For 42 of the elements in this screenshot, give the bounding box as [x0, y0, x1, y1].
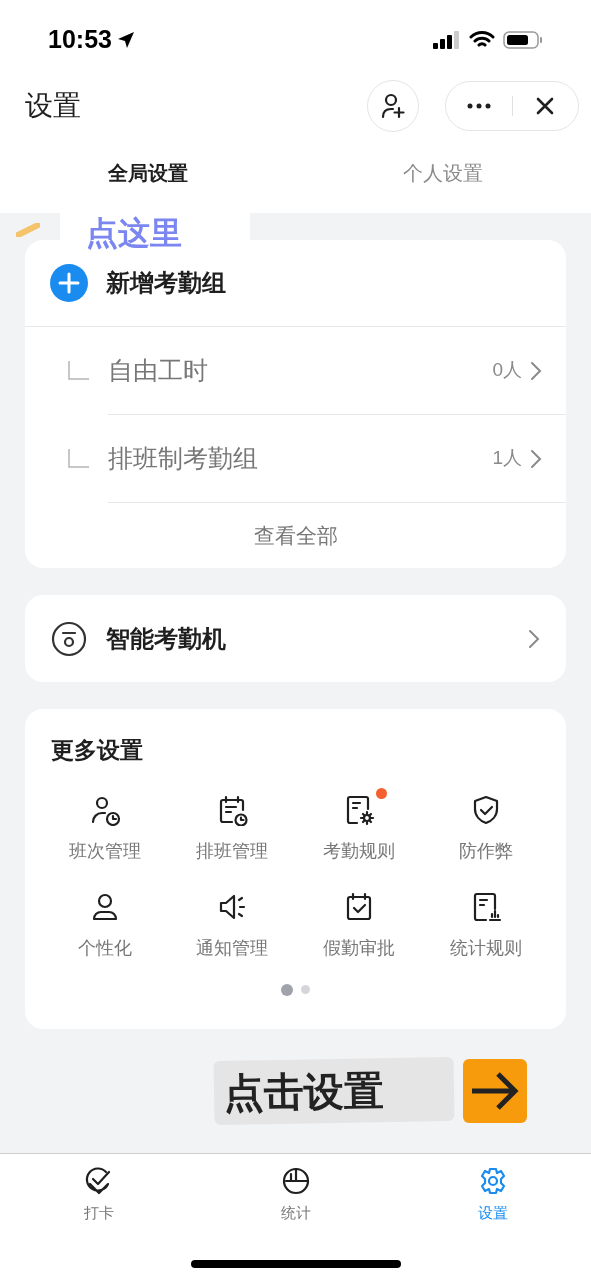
tab-bar-item[interactable]: 打卡	[0, 1166, 197, 1225]
settings-shortcut[interactable]: 个性化	[41, 880, 169, 962]
settings-shortcut[interactable]: 假勤审批	[295, 880, 423, 962]
device-label: 智能考勤机	[106, 623, 227, 654]
hint-label: 点这里	[86, 217, 182, 249]
section-title: 更多设置	[50, 736, 144, 765]
tab-bar-item[interactable]: 设置	[394, 1166, 591, 1225]
tab[interactable]: 全局设置	[0, 147, 296, 198]
tab-bar-item[interactable]: 统计	[197, 1166, 394, 1225]
device-icon	[50, 619, 88, 658]
settings-shortcut[interactable]: 通知管理	[168, 880, 296, 962]
view-all-link[interactable]: 查看全部	[253, 519, 338, 552]
close-icon	[535, 96, 556, 116]
add-person-button[interactable]	[367, 80, 419, 132]
add-group-label[interactable]: 新增考勤组	[106, 265, 226, 301]
tree-branch-icon	[67, 361, 89, 381]
add-person-icon	[379, 92, 407, 120]
member-count: 1人	[492, 446, 522, 471]
page-title: 设置	[25, 89, 81, 123]
more-icon	[466, 103, 491, 109]
add-icon	[50, 264, 88, 302]
settings-shortcut[interactable]: 防作弊	[422, 783, 550, 865]
settings-shortcut[interactable]: 排班管理	[168, 783, 296, 865]
tree-branch-icon	[67, 449, 89, 469]
settings-shortcut[interactable]: 统计规则	[422, 880, 550, 962]
pie-chart-icon	[280, 1166, 311, 1196]
device-card[interactable]: 智能考勤机	[25, 595, 566, 682]
chevron-right-icon	[530, 448, 542, 469]
chevron-right-icon	[528, 628, 540, 649]
group-name[interactable]: 排班制考勤组	[108, 439, 493, 478]
group-name[interactable]: 自由工时	[108, 351, 493, 390]
pencil-mark-icon	[16, 223, 40, 237]
battery-icon	[503, 30, 543, 50]
hint-banner: 点击设置	[212, 1056, 455, 1126]
signal-icon	[433, 31, 461, 49]
tab[interactable]: 个人设置	[295, 147, 591, 198]
settings-shortcut[interactable]: 班次管理	[41, 783, 169, 865]
arrow-right-icon	[461, 1058, 528, 1124]
settings-shortcut[interactable]: 考勤规则	[295, 783, 423, 865]
member-count: 0人	[492, 358, 522, 383]
clock-time: 10:53	[48, 24, 112, 56]
chevron-right-icon	[530, 360, 542, 381]
